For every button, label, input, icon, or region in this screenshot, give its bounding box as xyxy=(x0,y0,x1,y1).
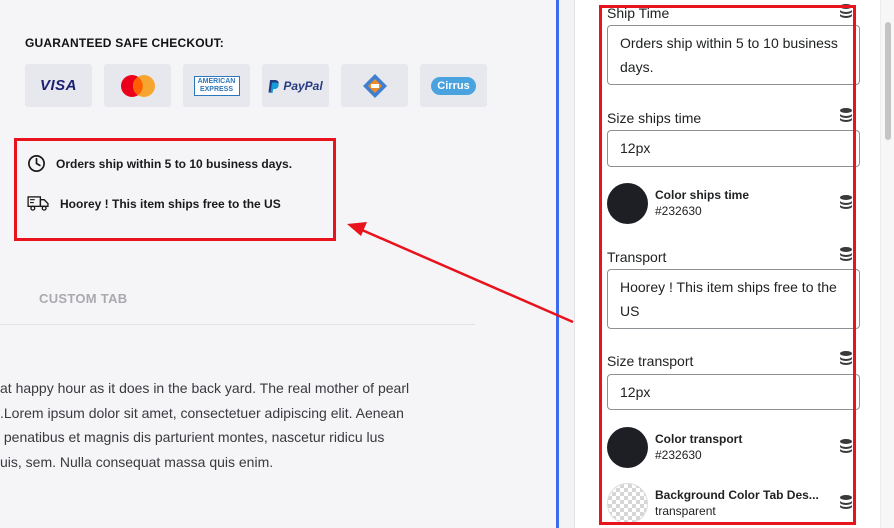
panel-gutter xyxy=(559,0,575,528)
scrollbar-thumb[interactable] xyxy=(885,22,891,140)
amex-icon: AMERICAN EXPRESS xyxy=(183,64,250,107)
tab-custom[interactable]: CUSTOM TAB xyxy=(39,291,127,306)
mastercard-icon xyxy=(104,64,171,107)
transport-line: Hoorey ! This item ships free to the US xyxy=(27,195,281,212)
tab-description: at happy hour as it does in the back yar… xyxy=(0,376,470,474)
truck-icon xyxy=(27,196,49,211)
description-line: .Lorem ipsum dolor sit amet, consectetue… xyxy=(0,404,404,421)
ship-time-text: Orders ship within 5 to 10 business days… xyxy=(56,156,293,171)
paypal-label: PayPal xyxy=(283,78,323,93)
amex-label: AMERICAN EXPRESS xyxy=(193,75,240,96)
transport-text: Hoorey ! This item ships free to the US xyxy=(60,196,281,211)
description-line: uis, sem. Nulla consequat massa quis eni… xyxy=(0,453,274,470)
clock-icon xyxy=(28,155,45,172)
description-line: at happy hour as it does in the back yar… xyxy=(0,380,410,396)
tab-divider xyxy=(0,324,475,325)
description-line: penatibus et magnis dis parturient monte… xyxy=(0,429,385,445)
settings-highlight xyxy=(599,5,856,525)
scrollbar[interactable] xyxy=(880,0,894,528)
payment-methods: VISA AMERICAN EXPRESS PayPal Cirrus xyxy=(25,64,487,107)
storefront-preview: GUARANTEED SAFE CHECKOUT: VISA AMERICAN … xyxy=(0,0,556,528)
checkout-title: GUARANTEED SAFE CHECKOUT: xyxy=(25,36,225,50)
visa-icon: VISA xyxy=(25,64,92,107)
paypal-icon: PayPal xyxy=(262,64,329,107)
cirrus-label: Cirrus xyxy=(431,76,476,95)
cirrus-icon: Cirrus xyxy=(420,64,487,107)
visa-label: VISA xyxy=(39,77,77,94)
settings-panel: Ship Time Orders ship within 5 to 10 bus… xyxy=(559,0,894,528)
discover-icon xyxy=(341,64,408,107)
ship-time-line: Orders ship within 5 to 10 business days… xyxy=(27,154,292,173)
shipping-info-highlight: Orders ship within 5 to 10 business days… xyxy=(14,138,336,241)
